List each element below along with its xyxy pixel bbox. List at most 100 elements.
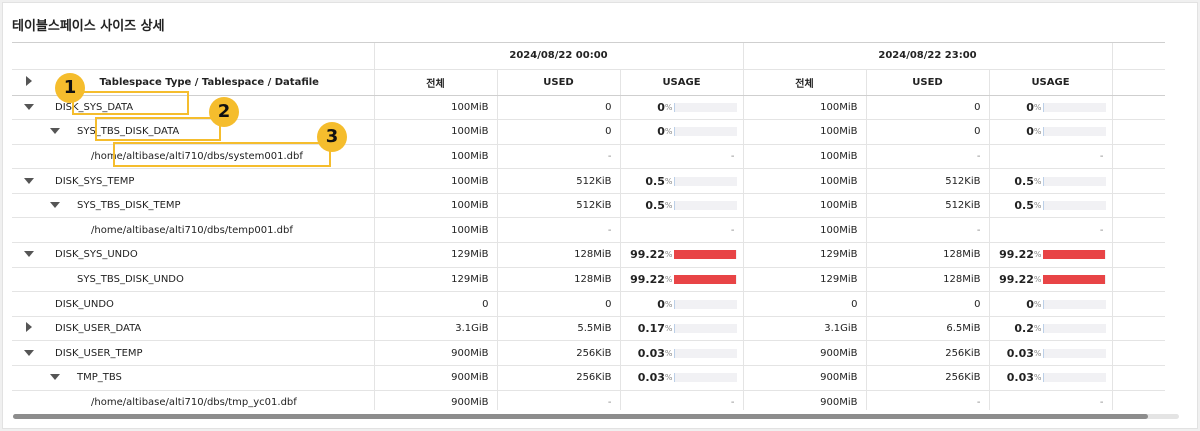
tablespace-type-name: DISK_UNDO [55,298,114,310]
tablespace-name: SYS_TBS_DISK_UNDO [77,273,184,285]
column-header-used-2[interactable]: USED [866,69,990,96]
usage-bar [1042,176,1106,186]
total-cell: 100MiB [743,144,867,170]
total-cell: 129MiB [374,267,498,293]
extra-cell [1112,95,1165,121]
row-subtoggle[interactable] [47,372,63,383]
horizontal-scrollbar-thumb[interactable] [13,414,1148,419]
tree-name-cell: DISK_UNDO [45,291,375,317]
usage-cell: 0% [989,119,1113,145]
percent-symbol: % [1033,324,1042,334]
usage-cell: 99.22% [620,242,744,268]
table-row[interactable]: SYS_TBS_DISK_UNDO 129MiB 128MiB 99.22% 129Mi… [12,267,1165,293]
chevron-down-icon[interactable] [23,349,34,356]
usage-bar-fill [1042,299,1044,309]
row-toggle-cell[interactable] [12,242,45,268]
percent-symbol: % [664,324,673,334]
row-toggle-cell[interactable] [12,95,45,121]
usage-bar [1042,250,1106,260]
row-toggle-cell[interactable] [12,168,45,194]
percent-symbol: % [664,102,673,112]
used-cell: 128MiB [866,267,990,293]
usage-wrap: 0.03% [629,371,737,384]
used-cell: 512KiB [497,168,621,194]
usage-wrap: 0.2% [998,322,1106,335]
usage-wrap: 0.5% [998,175,1106,188]
column-header-used-1[interactable]: USED [497,69,621,96]
chevron-down-icon[interactable] [50,374,60,381]
chevron-down-icon[interactable] [23,103,34,110]
column-header-total-2[interactable]: 전체 [743,69,867,96]
usage-bar [1042,274,1106,284]
usage-cell: - [620,390,744,410]
column-header-usage-2[interactable]: USAGE [989,69,1113,96]
row-toggle-cell [12,144,45,170]
expand-all-toggle[interactable] [12,69,45,96]
usage-bar-fill [1042,176,1044,186]
used-cell: 0 [866,291,990,317]
percent-symbol: % [1033,348,1042,358]
used-cell: 0 [866,95,990,121]
usage-value: 0 [657,100,665,114]
tablespace-type-name: DISK_USER_TEMP [55,347,143,359]
total-cell: 0 [743,291,867,317]
usage-value: 0.03 [1006,371,1034,385]
tree-name-cell: DISK_SYS_TEMP [45,168,375,194]
total-cell: 0 [374,291,498,317]
usage-cell: - [989,390,1113,410]
table-row[interactable]: TMP_TBS 900MiB 256KiB 0.03% 900MiB 256KiB 0.03… [12,365,1165,391]
usage-bar-fill [673,250,736,260]
tree-name-cell: DISK_USER_TEMP [45,340,375,367]
usage-value: 0 [657,297,665,311]
row-subtoggle[interactable] [47,126,63,137]
usage-cell: 0.5% [989,168,1113,194]
used-cell: 0 [497,119,621,145]
chevron-down-icon[interactable] [23,251,34,258]
chevron-down-icon[interactable] [50,202,60,209]
table-row[interactable]: /home/altibase/alti710/dbs/temp001.dbf 10… [12,217,1165,244]
usage-bar-fill [1042,348,1044,358]
highlight-box-1 [72,91,189,115]
usage-wrap: 0.03% [998,347,1106,360]
usage-wrap: 99.22% [629,273,737,286]
percent-symbol: % [1033,102,1042,112]
usage-wrap: 0.03% [629,347,737,360]
usage-bar-fill [673,127,675,137]
chevron-down-icon[interactable] [23,177,34,184]
usage-value: 99.22 [630,272,665,286]
table-row[interactable]: DISK_USER_TEMP 900MiB 256KiB 0.03% 900MiB 256… [12,340,1165,367]
table-row[interactable]: DISK_SYS_TEMP 100MiB 512KiB 0.5% 100MiB 512Ki… [12,168,1165,194]
total-cell: 100MiB [374,217,498,244]
total-cell: 100MiB [743,119,867,145]
column-header-total-1[interactable]: 전체 [374,69,498,96]
usage-value: 0.03 [1006,346,1034,360]
tablespace-name: SYS_TBS_DISK_TEMP [77,200,181,212]
row-toggle-cell[interactable] [12,340,45,367]
usage-cell: 0% [989,95,1113,121]
usage-cell: 0.03% [989,365,1113,391]
row-toggle-cell[interactable] [12,316,45,342]
table-row[interactable]: /home/altibase/alti710/dbs/tmp_yc01.dbf 9… [12,390,1165,410]
tree-name-cell: SYS_TBS_DISK_UNDO [45,267,375,293]
extra-cell [1112,168,1165,194]
usage-wrap: 0% [629,101,737,114]
usage-value: 0 [1026,125,1034,139]
usage-value: 0.5 [645,174,665,188]
tablespace-type-name: DISK_SYS_UNDO [55,249,138,261]
total-cell: 100MiB [374,144,498,170]
usage-bar [1042,201,1106,211]
table-row[interactable]: DISK_UNDO 0 0 0% 0 0 0% [12,291,1165,317]
percent-symbol: % [664,250,673,260]
column-header-usage-1[interactable]: USAGE [620,69,744,96]
total-cell: 100MiB [374,119,498,145]
table-row[interactable]: SYS_TBS_DISK_TEMP 100MiB 512KiB 0.5% 100MiB 5… [12,193,1165,219]
usage-bar-fill [673,299,675,309]
row-subtoggle[interactable] [47,200,63,211]
chevron-down-icon[interactable] [50,128,60,135]
chevron-right-icon[interactable] [25,322,32,333]
used-cell: 512KiB [866,193,990,219]
table-row[interactable]: DISK_USER_DATA 3.1GiB 5.5MiB 0.17% 3.1GiB 6.5… [12,316,1165,342]
total-cell: 900MiB [374,390,498,410]
table-row[interactable]: DISK_SYS_UNDO 129MiB 128MiB 99.22% 129MiB 128… [12,242,1165,268]
extra-cell [1112,267,1165,293]
